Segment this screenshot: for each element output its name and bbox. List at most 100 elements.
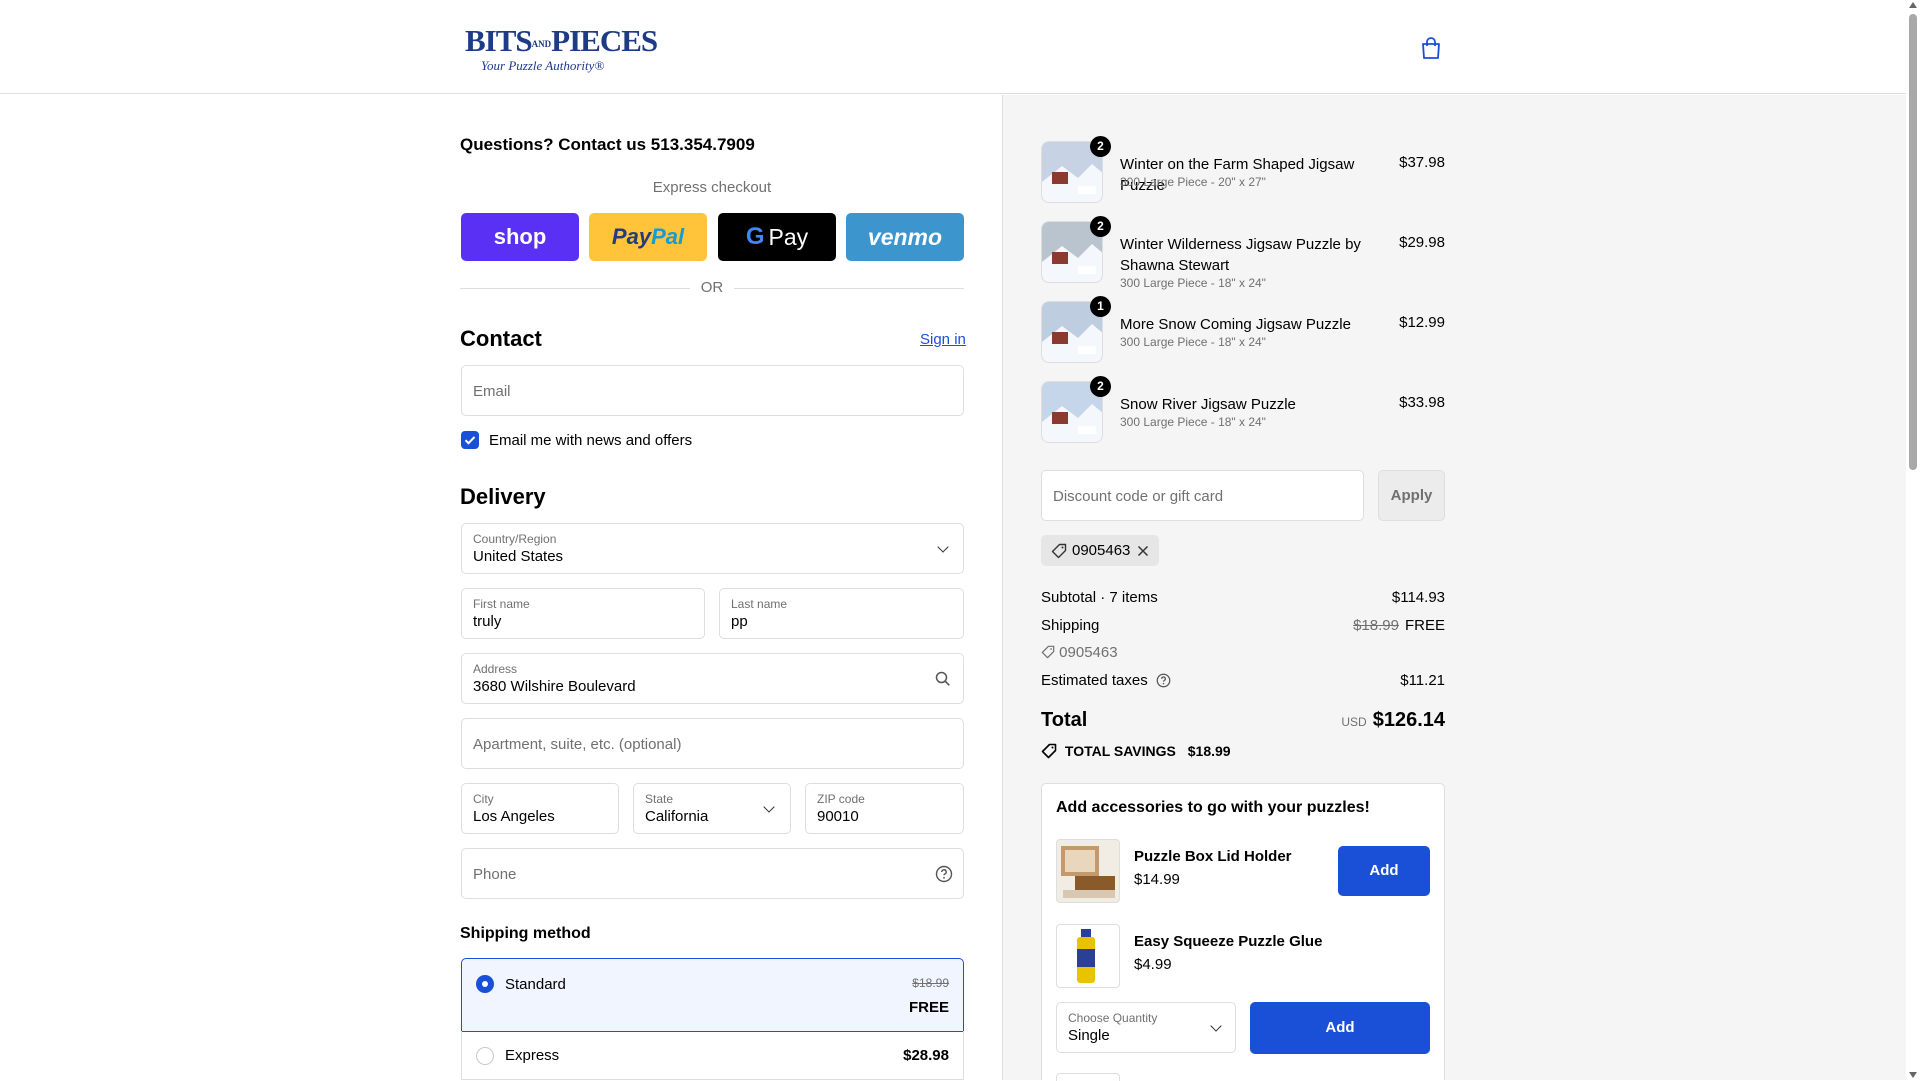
discount-field[interactable]: Discount code or gift card bbox=[1041, 470, 1364, 521]
country-value: United States bbox=[473, 548, 564, 565]
total-row: Total USD $126.14 bbox=[1041, 709, 1445, 735]
scroll-up-arrow[interactable] bbox=[1909, 2, 1917, 8]
express-price: $28.98 bbox=[903, 1047, 949, 1064]
line-item-name: More Snow Coming Jigsaw Puzzle bbox=[1120, 316, 1351, 333]
line-item-price: $37.98 bbox=[1399, 154, 1445, 171]
city-field[interactable]: City Los Angeles bbox=[461, 783, 619, 834]
google-pay-button[interactable]: G Pay bbox=[718, 213, 836, 261]
quantity-badge: 2 bbox=[1090, 376, 1111, 397]
quantity-badge: 1 bbox=[1090, 296, 1111, 317]
tag-icon bbox=[1041, 743, 1057, 759]
address-field[interactable]: Address 3680 Wilshire Boulevard bbox=[461, 653, 964, 704]
page-scrollbar[interactable] bbox=[1906, 0, 1920, 1080]
standard-price: FREE bbox=[908, 999, 949, 1016]
phone-placeholder: Phone bbox=[473, 866, 517, 883]
help-icon[interactable] bbox=[1156, 673, 1171, 688]
delivery-heading: Delivery bbox=[460, 484, 546, 509]
apartment-field[interactable]: Apartment, suite, etc. (optional) bbox=[461, 718, 964, 769]
city-label: City bbox=[473, 792, 494, 806]
google-pay-label: Pay bbox=[768, 223, 809, 250]
shipping-label: Shipping bbox=[1041, 617, 1100, 634]
discount-placeholder: Discount code or gift card bbox=[1053, 488, 1224, 505]
last-name-value: pp bbox=[731, 613, 748, 630]
first-name-field[interactable]: First name truly bbox=[461, 588, 705, 639]
quantity-select[interactable]: Choose Quantity Single bbox=[1056, 1002, 1236, 1053]
total-label: Total bbox=[1041, 709, 1088, 731]
city-value: Los Angeles bbox=[473, 808, 555, 825]
line-item-name: Snow River Jigsaw Puzzle bbox=[1120, 396, 1296, 413]
country-select[interactable]: Country/Region United States bbox=[461, 523, 964, 574]
state-value: California bbox=[645, 808, 709, 825]
chevron-down-icon bbox=[763, 801, 775, 813]
line-item-variant: 300 Large Piece - 18" x 24" bbox=[1120, 276, 1266, 290]
add-lid-holder-button[interactable]: Add bbox=[1338, 846, 1430, 896]
shipping-option-standard[interactable]: Standard $18.99 FREE bbox=[461, 958, 964, 1032]
paypal-button[interactable]: PayPal bbox=[589, 213, 707, 261]
google-g-icon: G bbox=[745, 223, 765, 250]
express-checkout-title: Express checkout bbox=[652, 179, 772, 196]
contact-phone-heading: Questions? Contact us 513.354.7909 bbox=[460, 135, 755, 154]
logo-text-pieces: PIECES bbox=[551, 23, 658, 58]
line-item-name: Winter Wilderness Jigsaw Puzzle by Shawn… bbox=[1120, 236, 1361, 274]
subtotal-row: Subtotal · 7 items $114.93 bbox=[1041, 589, 1445, 606]
taxes-label: Estimated taxes bbox=[1041, 672, 1148, 689]
taxes-row: Estimated taxes $11.21 bbox=[1041, 672, 1445, 689]
state-select[interactable]: State California bbox=[633, 783, 791, 834]
express-radio[interactable] bbox=[476, 1047, 494, 1065]
line-item-price: $29.98 bbox=[1399, 234, 1445, 251]
shop-pay-button[interactable]: shop bbox=[461, 213, 579, 261]
contact-heading: Contact bbox=[460, 326, 542, 351]
total-value: $126.14 bbox=[1372, 709, 1445, 731]
shopping-bag-icon[interactable] bbox=[1420, 36, 1442, 60]
line-item-price: $33.98 bbox=[1399, 394, 1445, 411]
tag-icon bbox=[1051, 543, 1067, 559]
shipping-option-express[interactable]: Express $28.98 bbox=[461, 1031, 964, 1080]
zip-value: 90010 bbox=[817, 808, 859, 825]
shipping-discount-row: 0905463 bbox=[1041, 644, 1445, 661]
savings-label: TOTAL SAVINGS bbox=[1064, 743, 1176, 759]
standard-old-price: $18.99 bbox=[912, 976, 949, 990]
apply-button[interactable]: Apply bbox=[1378, 470, 1445, 521]
applied-code-text: 0905463 bbox=[1072, 542, 1131, 559]
phone-field[interactable]: Phone bbox=[461, 848, 964, 899]
paypal-label-a: Pay bbox=[611, 224, 652, 249]
email-field[interactable]: Email bbox=[461, 365, 964, 416]
address-value: 3680 Wilshire Boulevard bbox=[473, 678, 636, 695]
logo-text-bits: BITS bbox=[465, 23, 533, 58]
close-icon[interactable] bbox=[1137, 545, 1149, 557]
help-icon[interactable] bbox=[935, 865, 953, 883]
savings-row: TOTAL SAVINGS $18.99 bbox=[1041, 743, 1445, 759]
search-icon bbox=[935, 671, 950, 686]
line-item-price: $12.99 bbox=[1399, 314, 1445, 331]
apartment-placeholder: Apartment, suite, etc. (optional) bbox=[473, 736, 682, 753]
venmo-label: venmo bbox=[867, 223, 943, 250]
logo-tagline: Your Puzzle Authority bbox=[481, 57, 595, 73]
line-item-variant: 300 Large Piece - 20" x 27" bbox=[1120, 175, 1266, 189]
line-item-variant: 300 Large Piece - 18" x 24" bbox=[1120, 415, 1266, 429]
last-name-field[interactable]: Last name pp bbox=[719, 588, 964, 639]
express-label: Express bbox=[505, 1047, 560, 1064]
puzzle-glue-name: Easy Squeeze Puzzle Glue bbox=[1134, 933, 1323, 950]
sign-in-link[interactable]: Sign in bbox=[920, 331, 966, 348]
scroll-down-arrow[interactable] bbox=[1909, 1072, 1917, 1078]
standard-radio[interactable] bbox=[476, 975, 494, 993]
news-checkbox[interactable] bbox=[461, 431, 479, 449]
shipping-old-price: $18.99 bbox=[1353, 617, 1399, 634]
standard-label: Standard bbox=[505, 976, 566, 993]
zip-field[interactable]: ZIP code 90010 bbox=[805, 783, 964, 834]
shipping-row: Shipping $18.99 FREE bbox=[1041, 617, 1445, 634]
or-label: OR bbox=[700, 279, 724, 296]
chevron-down-icon bbox=[937, 541, 949, 553]
or-divider: OR bbox=[460, 279, 964, 297]
venmo-button[interactable]: venmo bbox=[846, 213, 964, 261]
lid-holder-image bbox=[1056, 839, 1120, 903]
quantity-badge: 2 bbox=[1090, 216, 1111, 237]
site-logo[interactable]: BITSANDPIECES Your Puzzle Authority® bbox=[465, 23, 658, 73]
quantity-badge: 2 bbox=[1090, 136, 1111, 157]
add-puzzle-glue-button[interactable]: Add bbox=[1250, 1002, 1430, 1054]
shipping-discount-code: 0905463 bbox=[1059, 644, 1118, 661]
scrollbar-thumb[interactable] bbox=[1909, 14, 1917, 470]
savings-value: $18.99 bbox=[1187, 743, 1231, 759]
first-name-label: First name bbox=[473, 597, 530, 611]
line-item-variant: 300 Large Piece - 18" x 24" bbox=[1120, 335, 1266, 349]
